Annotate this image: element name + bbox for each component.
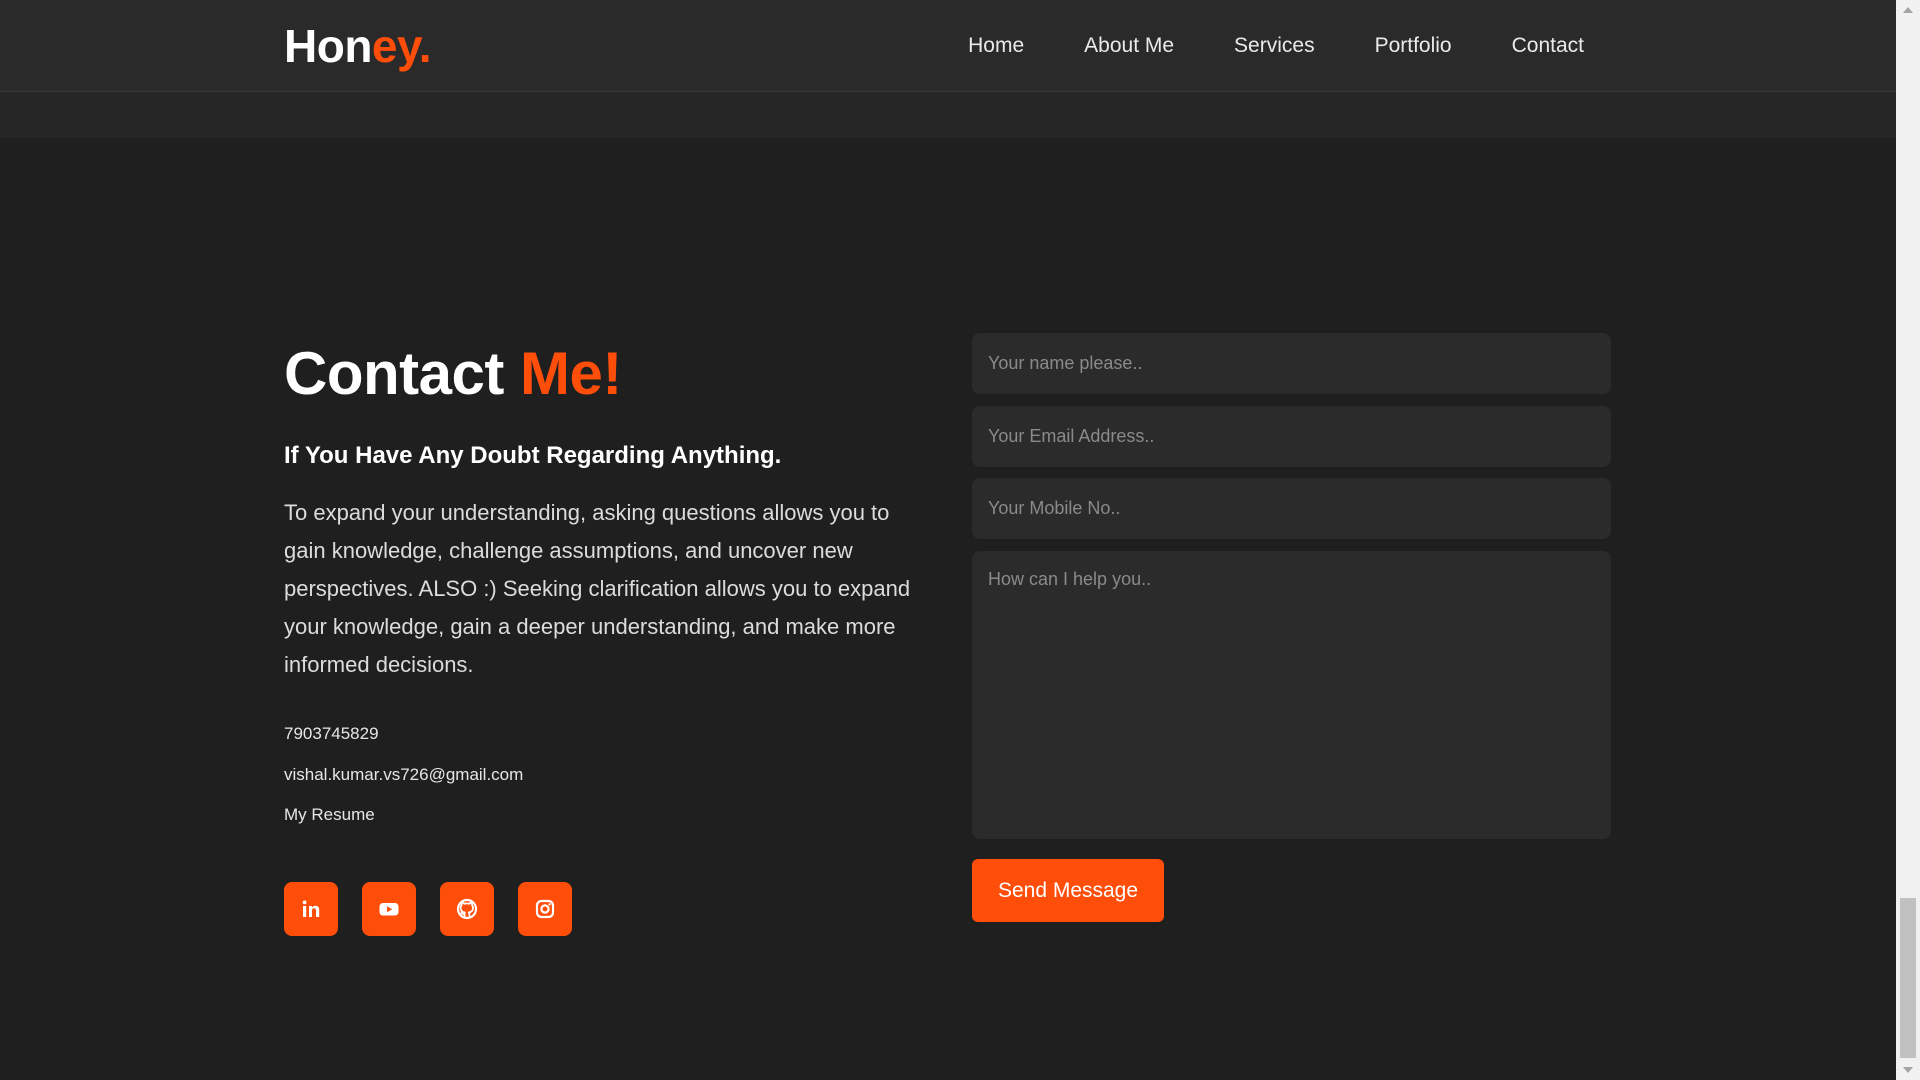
logo-text-part1: Hon — [284, 20, 372, 72]
send-message-button[interactable]: Send Message — [972, 859, 1164, 922]
scroll-up-arrow-icon[interactable] — [1896, 0, 1920, 20]
main-nav: Home About Me Services Portfolio Contact — [968, 30, 1584, 62]
phone-number[interactable]: 7903745829 — [284, 722, 379, 746]
linkedin-button[interactable] — [284, 882, 338, 936]
contact-heading: Contact Me! — [284, 338, 622, 410]
contact-subheading: If You Have Any Doubt Regarding Anything… — [284, 442, 782, 469]
navbar: Honey. Home About Me Services Portfolio … — [0, 0, 1896, 92]
email-input[interactable] — [972, 406, 1611, 467]
section-divider-band — [0, 92, 1896, 138]
name-input[interactable] — [972, 333, 1611, 394]
logo-text-dot: . — [418, 20, 432, 72]
social-links — [284, 882, 572, 936]
mobile-input[interactable] — [972, 478, 1611, 539]
page: Honey. Home About Me Services Portfolio … — [0, 0, 1896, 1080]
nav-link-contact[interactable]: Contact — [1512, 30, 1584, 62]
email-address[interactable]: vishal.kumar.vs726@gmail.com — [284, 763, 523, 787]
scroll-down-arrow-icon[interactable] — [1896, 1060, 1920, 1080]
github-icon — [456, 898, 478, 920]
logo-text-accent: ey — [371, 20, 419, 72]
scrollbar-thumb[interactable] — [1900, 898, 1916, 1058]
nav-link-about-me[interactable]: About Me — [1084, 30, 1174, 62]
nav-link-services[interactable]: Services — [1234, 30, 1315, 62]
linkedin-icon — [302, 900, 320, 917]
github-button[interactable] — [440, 882, 494, 936]
youtube-icon — [379, 903, 399, 916]
nav-link-portfolio[interactable]: Portfolio — [1375, 30, 1452, 62]
contact-description: To expand your understanding, asking que… — [284, 500, 911, 677]
instagram-button[interactable] — [518, 882, 572, 936]
page-scrollbar[interactable] — [1896, 0, 1920, 1080]
contact-heading-accent: Me! — [520, 340, 622, 407]
message-textarea[interactable] — [972, 551, 1611, 839]
resume-link[interactable]: My Resume — [284, 803, 375, 827]
contact-heading-text: Contact — [284, 340, 504, 407]
logo[interactable]: Honey. — [284, 16, 431, 76]
nav-link-home[interactable]: Home — [968, 30, 1024, 62]
youtube-button[interactable] — [362, 882, 416, 936]
instagram-icon — [535, 899, 555, 919]
